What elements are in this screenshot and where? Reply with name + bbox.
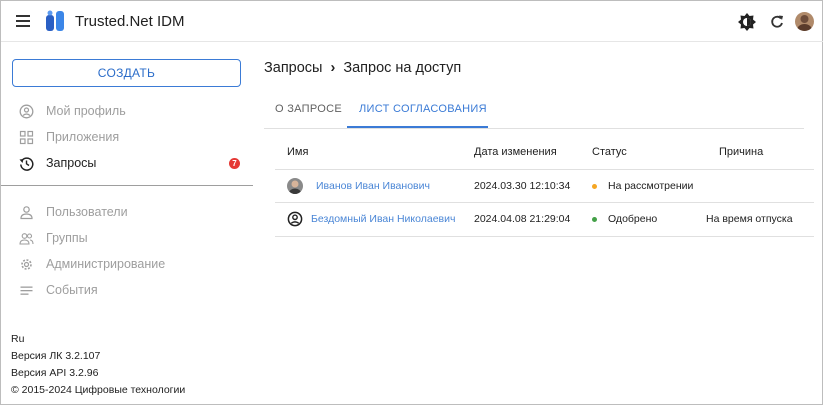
chevron-right-icon: › — [330, 60, 336, 77]
sidebar-item-profile[interactable]: Мой профиль — [1, 100, 253, 124]
profile-icon — [19, 104, 34, 119]
column-header-name: Имя — [287, 146, 309, 158]
sidebar-item-administration[interactable]: Администрирование — [1, 253, 253, 277]
breadcrumb: Запросы › Запрос на доступ — [264, 60, 461, 76]
theme-toggle-icon[interactable] — [738, 13, 756, 31]
sidebar-item-events[interactable]: События — [1, 279, 253, 303]
user-icon — [20, 206, 33, 220]
status-pending-dot — [592, 184, 597, 189]
status-text: Одобрено — [608, 213, 658, 225]
column-header-reason: Причина — [719, 146, 764, 158]
create-button[interactable]: СОЗДАТЬ — [12, 59, 241, 87]
status-text: На рассмотрении — [608, 180, 694, 192]
refresh-icon[interactable] — [768, 13, 786, 31]
approver-name-link[interactable]: Иванов Иван Иванович — [316, 180, 430, 192]
top-bar: Trusted.Net IDM — [1, 1, 823, 42]
user-avatar[interactable] — [795, 12, 814, 31]
app-logo — [46, 10, 64, 31]
copyright: © 2015-2024 Цифровые технологии — [11, 384, 186, 396]
tab-about-request[interactable]: О ЗАПРОСЕ — [275, 103, 342, 115]
hamburger-menu-icon[interactable] — [16, 15, 30, 27]
sidebar-divider — [1, 185, 253, 186]
sidebar: СОЗДАТЬ Мой профиль Приложения Запросы 7… — [1, 42, 253, 405]
sidebar-item-label: Мой профиль — [46, 104, 126, 118]
gear-icon — [21, 259, 32, 270]
tab-approval-sheet[interactable]: ЛИСТ СОГЛАСОВАНИЯ — [359, 103, 487, 115]
avatar — [287, 178, 303, 194]
lk-version: Версия ЛК 3.2.107 — [11, 350, 101, 362]
sidebar-item-label: Пользователи — [46, 205, 128, 219]
header-divider — [275, 169, 814, 170]
approver-name-link[interactable]: Бездомный Иван Николаевич — [311, 213, 455, 225]
sidebar-item-label: Администрирование — [46, 257, 166, 271]
change-date: 2024.03.30 12:10:34 — [474, 180, 571, 192]
sidebar-item-requests[interactable]: Запросы 7 — [1, 152, 253, 176]
column-header-status: Статус — [592, 146, 627, 158]
api-version: Версия API 3.2.96 — [11, 367, 99, 379]
sidebar-item-label: Группы — [46, 231, 88, 245]
language-switch[interactable]: Ru — [11, 333, 24, 345]
breadcrumb-parent[interactable]: Запросы — [264, 60, 322, 76]
reason-text: На время отпуска — [706, 213, 793, 225]
sidebar-item-users[interactable]: Пользователи — [1, 201, 253, 225]
sidebar-item-apps[interactable]: Приложения — [1, 126, 253, 150]
app-window: Trusted.Net IDM СОЗДАТЬ Мой профиль Прил… — [0, 0, 823, 405]
history-icon — [19, 157, 34, 171]
sidebar-item-label: Запросы — [46, 156, 97, 170]
row-divider — [275, 202, 814, 203]
sidebar-item-groups[interactable]: Группы — [1, 227, 253, 251]
breadcrumb-current: Запрос на доступ — [343, 60, 462, 77]
column-header-date: Дата изменения — [474, 146, 557, 158]
account-circle-icon — [287, 211, 303, 227]
row-divider — [275, 236, 814, 237]
status-approved-dot — [592, 217, 597, 222]
app-title: Trusted.Net IDM — [75, 13, 185, 30]
apps-icon — [19, 130, 34, 145]
requests-count-badge: 7 — [229, 158, 240, 169]
change-date: 2024.04.08 21:29:04 — [474, 213, 571, 225]
tabs-divider — [264, 128, 804, 129]
list-icon — [20, 286, 33, 295]
sidebar-item-label: Приложения — [46, 130, 120, 144]
group-icon — [19, 233, 34, 245]
sidebar-item-label: События — [46, 283, 98, 297]
